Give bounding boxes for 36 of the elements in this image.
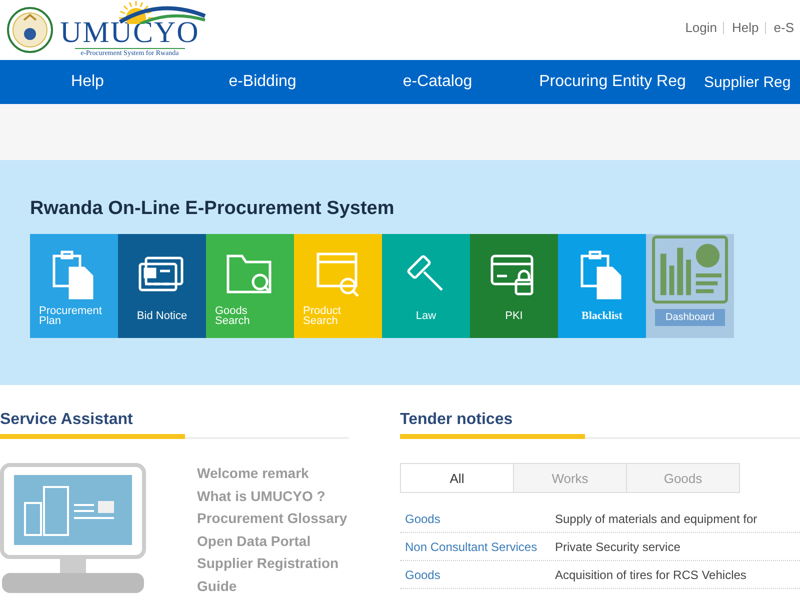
nav-item[interactable]: Procuring Entity Reg — [525, 60, 700, 104]
assistant-link[interactable]: Supplier Registration — [197, 555, 348, 572]
tender-title: Acquisition of tires for RCS Vehicles — [555, 568, 746, 582]
filter-tab[interactable]: Goods — [626, 463, 740, 493]
logo-title: UMUCYO — [60, 18, 200, 48]
nav-item[interactable]: e-Bidding — [175, 60, 350, 104]
dashboard-chart-icon — [650, 234, 730, 305]
assistant-link[interactable]: Welcome remark — [197, 465, 348, 482]
assistant-link[interactable]: What is UMUCYO ? — [197, 488, 348, 505]
filter-tab[interactable]: All — [400, 463, 514, 493]
section-title: Tender notices — [400, 411, 514, 430]
header-link[interactable]: e-S — [764, 22, 800, 34]
section-title: Service Assistant — [0, 411, 134, 430]
nav-item[interactable]: e-Catalog — [350, 60, 525, 104]
service-tile[interactable]: Law — [382, 234, 470, 338]
service-tile[interactable]: Bid Notice — [118, 234, 206, 338]
header-link[interactable]: Help — [723, 22, 765, 34]
assistant-link[interactable]: Guide — [197, 578, 348, 595]
emblem-icon — [6, 6, 54, 54]
service-tile[interactable]: Goods Search — [206, 234, 294, 338]
assistant-link[interactable]: Procurement Glossary — [197, 510, 348, 528]
nav-item[interactable]: Supplier Reg — [700, 60, 800, 104]
service-tile[interactable]: Procurement Plan — [30, 234, 118, 338]
header-link[interactable]: Login — [677, 22, 724, 34]
tender-category-link[interactable]: Non Consultant Services — [405, 540, 555, 554]
hero-title: Rwanda On-Line E-Procurement System — [30, 198, 396, 220]
service-tile[interactable]: Dashboard — [646, 234, 734, 338]
tender-title: Supply of materials and equipment for — [555, 512, 758, 526]
tender-title: Private Security service — [555, 540, 680, 554]
service-tile[interactable]: Blacklist — [558, 234, 646, 338]
assistant-link[interactable]: Open Data Portal — [197, 532, 348, 550]
filter-tab[interactable]: Works — [513, 463, 627, 493]
nav-item[interactable]: Help — [0, 60, 175, 104]
tender-category-link[interactable]: Goods — [405, 512, 555, 526]
service-tile[interactable]: PKI — [470, 234, 558, 338]
tender-category-link[interactable]: Goods — [405, 568, 555, 582]
